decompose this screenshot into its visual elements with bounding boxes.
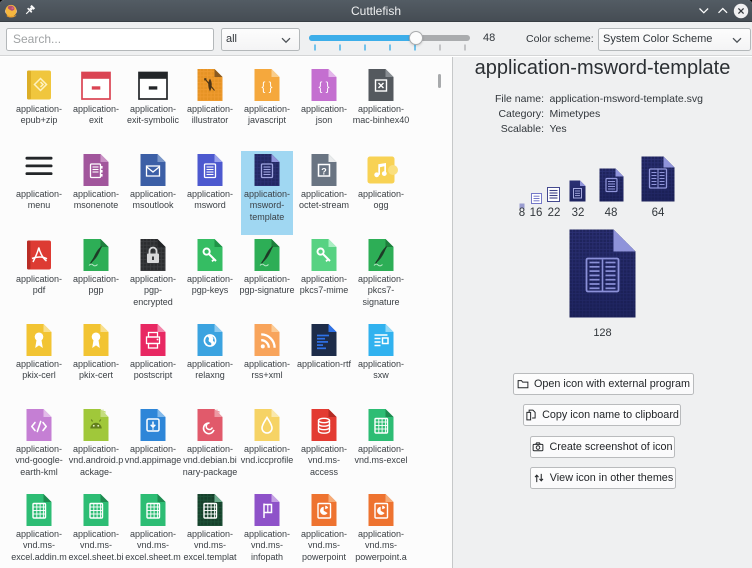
svg-text:{ }: { }	[319, 82, 330, 94]
svg-text:{ }: { }	[262, 82, 273, 94]
svg-text:?: ?	[321, 167, 327, 177]
